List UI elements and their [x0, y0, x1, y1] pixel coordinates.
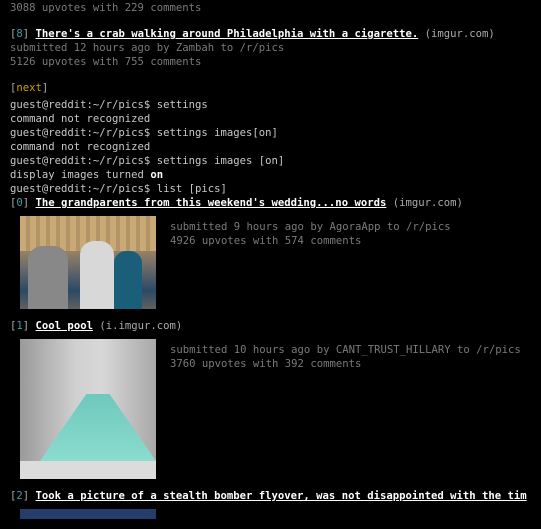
post-heading: [8] There's a crab walking around Philad… — [10, 28, 495, 40]
next-link[interactable]: [next] — [10, 81, 541, 95]
command-line[interactable]: guest@reddit:~/r/pics$ list [pics] — [10, 182, 541, 196]
post-heading: [1] Cool pool (i.imgur.com) — [10, 320, 183, 332]
post-stats: 3760 upvotes with 392 comments — [170, 358, 362, 370]
command-output: command not recognized — [10, 113, 151, 125]
command-output: display images turned on — [10, 169, 164, 181]
post-thumbnail[interactable] — [20, 509, 156, 519]
post-thumbnail[interactable] — [20, 339, 156, 479]
post-title-link[interactable]: Cool pool — [36, 320, 93, 332]
command-line: guest@reddit:~/r/pics$ settings images [… — [10, 155, 285, 167]
post-title-link[interactable]: The grandparents from this weekend's wed… — [36, 197, 387, 209]
post-heading: [2] Took a picture of a stealth bomber f… — [10, 490, 527, 502]
post-stats: 5126 upvotes with 755 comments — [10, 56, 202, 68]
post-submitted: submitted 12 hours ago by Zambah to /r/p… — [10, 42, 285, 54]
command-line: guest@reddit:~/r/pics$ settings images[o… — [10, 127, 278, 139]
post-body: submitted 9 hours ago by AgoraApp to /r/… — [20, 216, 541, 309]
command-output: command not recognized — [10, 141, 151, 153]
post-submitted: submitted 9 hours ago by AgoraApp to /r/… — [170, 221, 451, 233]
post-stats: 4926 upvotes with 574 comments — [170, 235, 362, 247]
command-line: guest@reddit:~/r/pics$ settings — [10, 99, 208, 111]
terminal: 3088 upvotes with 229 comments [8] There… — [10, 1, 541, 529]
post-title-link[interactable]: There's a crab walking around Philadelph… — [36, 28, 419, 40]
post-body: submitted 10 hours ago by CANT_TRUST_HIL… — [20, 339, 541, 479]
post-title-link[interactable]: Took a picture of a stealth bomber flyov… — [36, 490, 527, 502]
post-heading: [0] The grandparents from this weekend's… — [10, 197, 463, 209]
post-thumbnail[interactable] — [20, 216, 156, 309]
post-body — [20, 509, 541, 519]
post-submitted: submitted 10 hours ago by CANT_TRUST_HIL… — [170, 344, 521, 356]
post-stats: 3088 upvotes with 229 comments — [10, 2, 202, 14]
